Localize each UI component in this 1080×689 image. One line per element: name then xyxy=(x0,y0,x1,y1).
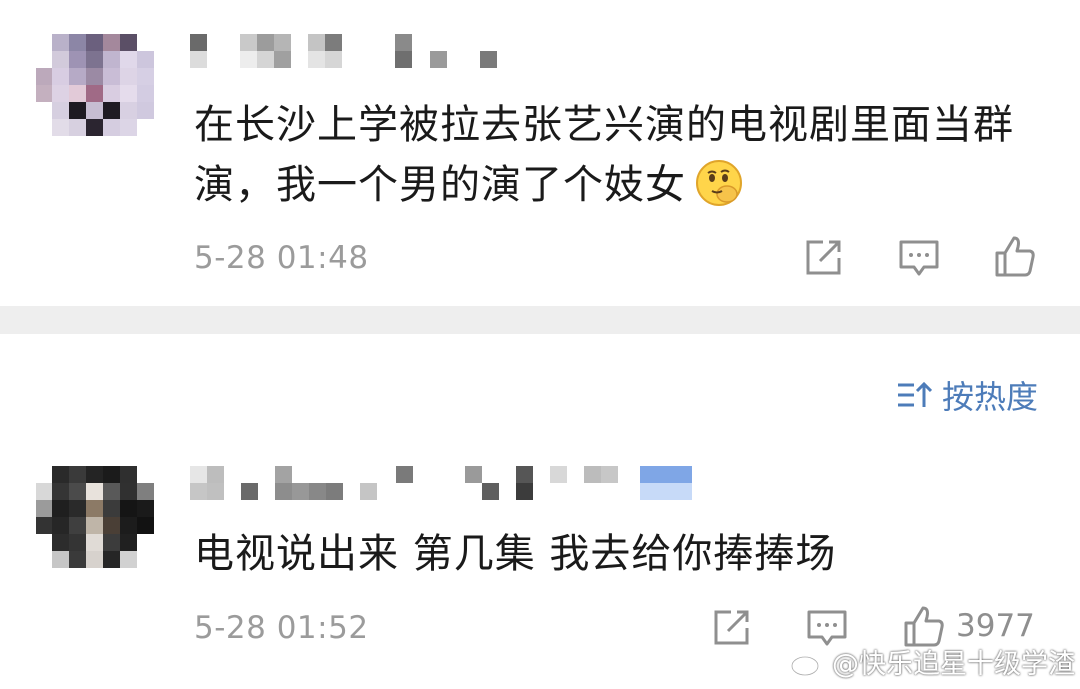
username-blurred[interactable] xyxy=(190,34,530,68)
repost-button[interactable] xyxy=(711,608,751,648)
sort-icon xyxy=(897,381,932,407)
share-icon xyxy=(714,610,749,645)
smirk-emoji-icon xyxy=(694,158,744,208)
thumbs-up-icon xyxy=(995,236,1035,277)
avatar[interactable] xyxy=(36,34,156,144)
sort-by-hot-button[interactable]: 按热度 xyxy=(896,372,1038,418)
comment-text: 电视说出来 第几集 我去给你捧捧场 xyxy=(194,531,837,577)
reply-button[interactable] xyxy=(898,238,940,278)
comment-icon xyxy=(899,240,939,276)
section-divider xyxy=(0,306,1080,334)
username-blurred[interactable] xyxy=(190,466,700,500)
sort-label: 按热度 xyxy=(941,378,1038,416)
weibo-logo-icon xyxy=(790,648,825,676)
avatar[interactable] xyxy=(36,466,156,570)
repost-button[interactable] xyxy=(803,238,843,278)
comment-time: 5-28 01:52 xyxy=(194,610,369,646)
share-icon xyxy=(806,240,841,275)
weibo-watermark: @快乐追星十级学渣 xyxy=(790,642,1075,681)
like-button[interactable] xyxy=(993,234,1047,278)
comment-time: 5-28 01:48 xyxy=(194,240,369,276)
watermark-text: @快乐追星十级学渣 xyxy=(832,649,1075,680)
like-count: 3977 xyxy=(956,608,1035,644)
comment-text: 在长沙上学被拉去张艺兴演的电视剧里面当群演，我一个男的演了个妓女 xyxy=(194,95,1054,215)
comment-text-body: 在长沙上学被拉去张艺兴演的电视剧里面当群演，我一个男的演了个妓女 xyxy=(194,102,1014,208)
